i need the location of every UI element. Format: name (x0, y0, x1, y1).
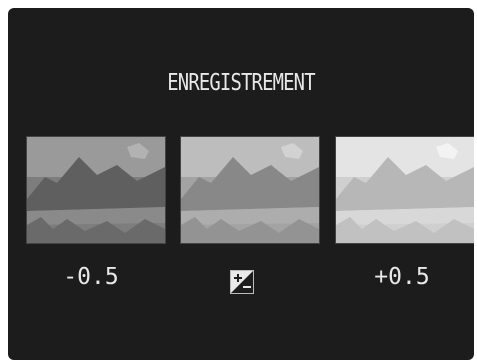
preview-thumbnail-normal[interactable] (180, 136, 320, 244)
option-label-plus: +0.5 (374, 264, 430, 290)
exposure-compensation-icon (230, 270, 254, 294)
preview-thumbnail-plus[interactable] (335, 136, 474, 244)
screen-title: ENREGISTREMENT (167, 70, 315, 96)
camera-menu-screen: ENREGISTREMENT -0.5 +0.5 (8, 8, 474, 360)
preview-thumbnail-minus[interactable] (26, 136, 166, 244)
option-label-minus: -0.5 (63, 264, 119, 290)
